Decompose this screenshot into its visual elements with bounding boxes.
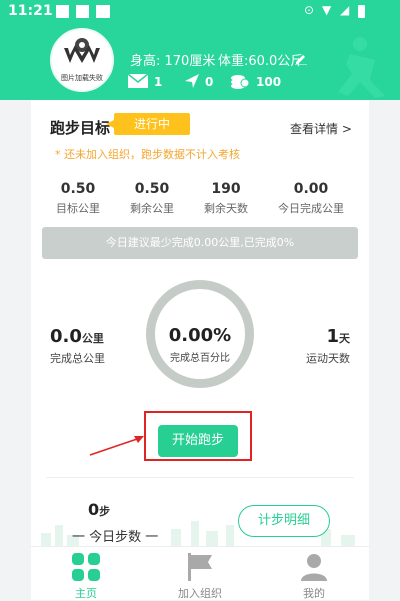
height-text: 身高: 170厘米 [130, 54, 216, 69]
stat-label: 剩余公里 [130, 202, 174, 215]
battery-icon [358, 5, 365, 18]
stat-remaining-days: 190 剩余天数 [186, 181, 266, 216]
signal-icon: ◢ [340, 3, 350, 17]
steps-count: 0步 [88, 500, 110, 519]
stat-value: 190 [211, 181, 241, 197]
stat-value: 0.00 [293, 181, 329, 197]
days-value: 1 [326, 326, 339, 347]
exercise-days: 1天 [296, 326, 350, 347]
arrow-annotation-icon [89, 436, 144, 456]
view-details-link[interactable]: 查看详情 > [290, 120, 352, 137]
suggestion-bar: 今日建议最少完成0.00公里,已完成0% [42, 227, 358, 259]
notification-icon [56, 5, 69, 18]
user-icon [301, 554, 327, 581]
status-bar: 11:21 ⊙ ▼ ◢ [0, 0, 400, 24]
total-km-label: 完成总公里 [50, 352, 105, 365]
tab-home[interactable]: 主页 [31, 547, 141, 601]
avatar[interactable]: 图片加载失败 [50, 28, 114, 92]
tab-label: 我的 [303, 587, 325, 600]
tab-profile[interactable]: 我的 [259, 547, 369, 601]
total-km: 0.0公里 [50, 326, 104, 347]
steps-label: 一 今日步数 一 [72, 530, 159, 545]
flag-icon [188, 553, 212, 581]
home-grid-icon [72, 553, 100, 581]
edit-icon[interactable] [294, 51, 308, 65]
notification-icon [96, 5, 110, 18]
stat-target-km: 0.50 目标公里 [38, 181, 118, 216]
step-details-button[interactable]: 计步明细 [238, 505, 330, 537]
coin-icon[interactable] [230, 73, 250, 89]
stat-label: 今日完成公里 [278, 202, 344, 215]
divider [46, 477, 354, 478]
stat-today-km: 0.00 今日完成公里 [271, 181, 351, 216]
stat-value: 0.50 [60, 181, 96, 197]
total-km-unit: 公里 [81, 332, 104, 345]
status-time: 11:21 [8, 3, 53, 19]
total-km-value: 0.0 [50, 326, 82, 347]
avatar-caption: 图片加载失败 [61, 74, 103, 82]
location-icon: ⊙ [304, 3, 315, 17]
tab-label: 主页 [75, 587, 97, 600]
warning-text: * 还未加入组织，跑步数据不计入考核 [55, 148, 240, 161]
tab-label: 加入组织 [178, 587, 222, 600]
stat-label: 剩余天数 [204, 202, 248, 215]
stat-label: 目标公里 [56, 202, 100, 215]
status-badge: 进行中 [106, 113, 190, 135]
avatar-logo-icon [64, 38, 100, 63]
stat-remaining-km: 0.50 剩余公里 [112, 181, 192, 216]
coin-count: 100 [256, 75, 282, 89]
stat-value: 0.50 [134, 181, 170, 197]
tab-bar: 主页 加入组织 我的 [31, 546, 369, 600]
mail-count: 1 [154, 75, 163, 89]
notification-icon [76, 5, 89, 18]
steps-unit: 步 [99, 505, 111, 518]
days-unit: 天 [339, 332, 350, 345]
steps-value: 0 [88, 500, 100, 519]
tab-join-org[interactable]: 加入组织 [145, 547, 255, 601]
wifi-icon: ▼ [322, 3, 332, 17]
days-label: 运动天数 [306, 352, 350, 365]
send-count: 0 [205, 75, 214, 89]
start-run-button[interactable]: 开始跑步 [158, 425, 238, 457]
weight-text: 体重:60.0公斤 [218, 54, 304, 69]
percent-label: 完成总百分比 [170, 353, 230, 364]
goal-title: 跑步目标 [50, 119, 111, 137]
mail-icon[interactable] [128, 74, 148, 88]
percent-value: 0.00% [168, 325, 232, 346]
send-icon[interactable] [184, 73, 200, 89]
